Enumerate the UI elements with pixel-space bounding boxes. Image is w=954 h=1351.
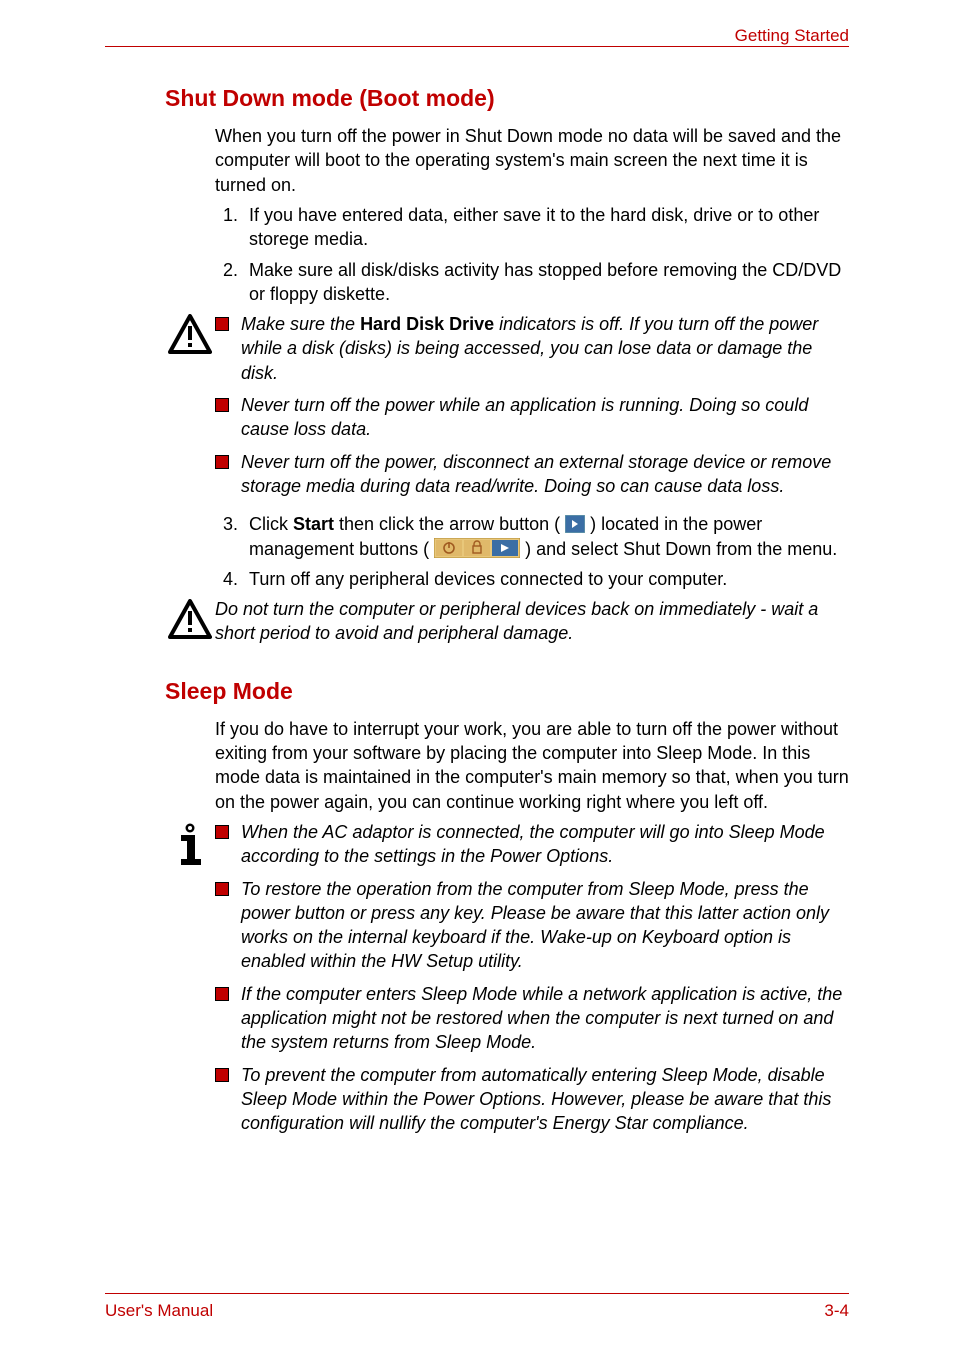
w1-i1-pre: Make sure the	[241, 314, 360, 334]
info-item-1: When the AC adaptor is connected, the co…	[215, 820, 849, 869]
warning-callout-2: Do not turn the computer or peripheral d…	[105, 597, 849, 646]
footer-rule: User's Manual 3-4	[105, 1293, 849, 1323]
warning-1-item-2: Never turn off the power while an applic…	[215, 393, 849, 442]
shutdown-steps-b: Click Start then click the arrow button …	[215, 512, 849, 591]
step-1: If you have entered data, either save it…	[243, 203, 849, 252]
shutdown-intro-block: When you turn off the power in Shut Down…	[215, 124, 849, 306]
footer-left: User's Manual	[105, 1300, 213, 1323]
step-4: Turn off any peripheral devices connecte…	[243, 567, 849, 591]
page: Getting Started Shut Down mode (Boot mod…	[0, 0, 954, 1351]
header-section-name: Getting Started	[735, 25, 849, 48]
sleep-intro: If you do have to interrupt your work, y…	[215, 717, 849, 814]
shutdown-steps-b-block: Click Start then click the arrow button …	[215, 512, 849, 591]
header-rule: Getting Started	[105, 46, 849, 47]
info-item-3: If the computer enters Sleep Mode while …	[215, 982, 849, 1055]
s3-post: ) and select Shut Down from the menu.	[520, 539, 837, 559]
footer-right: 3-4	[824, 1300, 849, 1323]
step-2: Make sure all disk/disks activity has st…	[243, 258, 849, 307]
arrow-button-icon	[565, 515, 585, 533]
info-item-4: To prevent the computer from automatical…	[215, 1063, 849, 1136]
shutdown-steps-a: If you have entered data, either save it…	[215, 203, 849, 306]
info-body: When the AC adaptor is connected, the co…	[215, 820, 849, 1144]
s3-mid1: then click the arrow button (	[334, 514, 565, 534]
warning-callout-1: Make sure the Hard Disk Drive indicators…	[105, 312, 849, 506]
sleep-intro-block: If you do have to interrupt your work, y…	[215, 717, 849, 814]
warning-1-item-1: Make sure the Hard Disk Drive indicators…	[215, 312, 849, 385]
info-callout: When the AC adaptor is connected, the co…	[105, 820, 849, 1144]
s3-pre: Click	[249, 514, 293, 534]
info-icon	[165, 820, 215, 866]
heading-sleep: Sleep Mode	[165, 676, 849, 707]
s3-strong: Start	[293, 514, 334, 534]
content-area: Shut Down mode (Boot mode) When you turn…	[105, 83, 849, 1143]
warning-2-body: Do not turn the computer or peripheral d…	[215, 597, 849, 646]
shutdown-intro: When you turn off the power in Shut Down…	[215, 124, 849, 197]
heading-shutdown: Shut Down mode (Boot mode)	[165, 83, 849, 114]
warning-icon-2	[165, 597, 215, 639]
power-management-buttons-icon	[434, 538, 520, 558]
warning-icon	[165, 312, 215, 354]
footer: User's Manual 3-4	[105, 1293, 849, 1323]
step-3: Click Start then click the arrow button …	[243, 512, 849, 561]
warning-1-body: Make sure the Hard Disk Drive indicators…	[215, 312, 849, 506]
info-item-2: To restore the operation from the comput…	[215, 877, 849, 974]
w1-i1-strong: Hard Disk Drive	[360, 314, 494, 334]
warning-1-item-3: Never turn off the power, disconnect an …	[215, 450, 849, 499]
